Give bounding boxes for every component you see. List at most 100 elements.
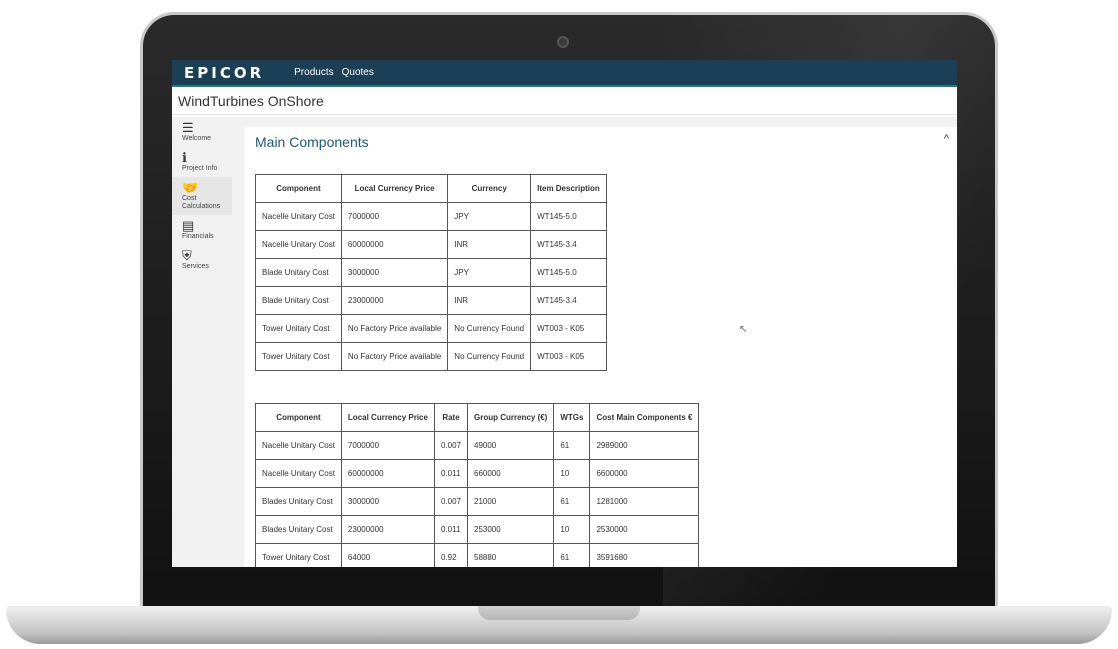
- table-row: Tower Unitary Cost No Factory Price avail…: [255, 314, 607, 343]
- sidebar-item-services[interactable]: ⛨ Services: [172, 245, 232, 275]
- table-header-row: Component Local Currency Price Rate Group C…: [255, 403, 700, 432]
- table-cell: Blades Unitary Cost: [255, 487, 342, 516]
- table-cell: No Factory Price available: [340, 342, 449, 371]
- table-row: Blades Unitary Cost 3000000 0.007 21000 61 12…: [255, 487, 700, 516]
- handshake-icon: 🤝: [182, 180, 199, 195]
- table-cell: 2530000: [589, 515, 700, 544]
- table-cell: 2989000: [589, 431, 700, 460]
- sidebar-item-label: Services: [182, 263, 209, 270]
- sidebar-item-project-info[interactable]: ℹ Project Info: [172, 147, 232, 177]
- table-cell: 6600000: [589, 459, 700, 488]
- table-cell: 61: [553, 543, 591, 567]
- menu-icon: ☰: [182, 120, 194, 135]
- table-cell: 49000: [466, 431, 555, 460]
- table-cell: INR: [447, 286, 532, 315]
- table-cell: 61: [553, 487, 591, 516]
- table-cell: 58880: [466, 543, 555, 567]
- table-cell: Nacelle Unitary Cost: [255, 431, 342, 460]
- table-row: Tower Unitary Cost No Factory Price avail…: [255, 342, 607, 371]
- table-cell: WT145-5.0: [530, 258, 607, 287]
- table-cell: No Factory Price available: [340, 314, 449, 343]
- table-cell: WT003 - K05: [530, 342, 607, 371]
- table-cell: Blades Unitary Cost: [255, 515, 342, 544]
- table-cell: 0.007: [433, 431, 469, 460]
- table-cell: WT003 - K05: [530, 314, 607, 343]
- table-header-row: Component Local Currency Price Currency Ite…: [255, 174, 607, 203]
- table-cell: 23000000: [340, 286, 449, 315]
- column-header: Component: [255, 403, 342, 432]
- main-components-card: Main Components ^ ↖ Component Local Curre…: [244, 127, 957, 567]
- sidebar-item-cost-calculations[interactable]: 🤝 Cost Calculations: [172, 177, 232, 215]
- app-title-bar: WindTurbines OnShore: [172, 87, 957, 115]
- table-cell: 3000000: [340, 487, 435, 516]
- table-cell: 1281000: [589, 487, 700, 516]
- page-title: WindTurbines OnShore: [178, 92, 324, 109]
- collapse-chevron-icon[interactable]: ^: [944, 133, 949, 145]
- mouse-cursor-icon: ↖: [739, 324, 748, 335]
- table-cell: Blade Unitary Cost: [255, 286, 342, 315]
- table-cell: 0.92: [433, 543, 469, 567]
- sidebar-item-financials[interactable]: ▤ Financials: [172, 215, 232, 245]
- table-row: Nacelle Unitary Cost 60000000 0.011 660000 1…: [255, 459, 700, 488]
- table-cell: 10: [553, 459, 591, 488]
- table-cell: Nacelle Unitary Cost: [255, 459, 342, 488]
- sidebar-item-label: Project Info: [182, 165, 218, 172]
- column-header: Group Currency (€): [466, 403, 555, 432]
- column-header: Local Currency Price: [340, 174, 449, 203]
- content-area: ☰ Welcome ℹ Project Info 🤝 Cost Calculat…: [172, 117, 957, 567]
- column-header: Item Description: [530, 174, 607, 203]
- laptop-notch: [478, 606, 640, 620]
- sidebar-item-label: Financials: [182, 233, 214, 240]
- table-cell: 60000000: [340, 459, 435, 488]
- table-row: Nacelle Unitary Cost 7000000 JPY WT145-5.0: [255, 202, 607, 231]
- table-row: Nacelle Unitary Cost 60000000 INR WT145-3.4: [255, 230, 607, 259]
- table-cell: Tower Unitary Cost: [255, 314, 342, 343]
- column-header: Component: [255, 174, 342, 203]
- table-cell: 10: [553, 515, 591, 544]
- table-cell: 0.007: [433, 487, 469, 516]
- table-cell: JPY: [447, 258, 532, 287]
- table-cell: 0.011: [433, 515, 469, 544]
- table-row: Blade Unitary Cost 23000000 INR WT145-3.4: [255, 286, 607, 315]
- sidebar-item-label: Cost Calculations: [182, 195, 221, 210]
- shield-icon: ⛨: [182, 248, 192, 263]
- table-cell: 7000000: [340, 431, 435, 460]
- table-cell: 23000000: [340, 515, 435, 544]
- section-title: Main Components: [255, 134, 369, 150]
- table-cell: 0.011: [433, 459, 469, 488]
- table-cell: Blade Unitary Cost: [255, 258, 342, 287]
- table-cell: 3591680: [589, 543, 700, 567]
- sidebar-item-welcome[interactable]: ☰ Welcome: [172, 117, 232, 147]
- group-currency-table: Component Local Currency Price Rate Group C…: [255, 403, 700, 567]
- info-icon: ℹ: [182, 150, 187, 165]
- table-cell: Nacelle Unitary Cost: [255, 230, 342, 259]
- table-cell: Tower Unitary Cost: [255, 543, 342, 567]
- webcam-icon: [557, 36, 569, 48]
- nav-link-products[interactable]: Products: [294, 67, 333, 78]
- sidebar-item-label: Welcome: [182, 135, 212, 142]
- table-row: Blades Unitary Cost 23000000 0.011 253000 10…: [255, 515, 700, 544]
- table-cell: WT145-3.4: [530, 230, 607, 259]
- table-cell: 660000: [466, 459, 555, 488]
- table-cell: INR: [447, 230, 532, 259]
- epicor-logo: EPICOR: [184, 63, 265, 82]
- table-cell: WT145-3.4: [530, 286, 607, 315]
- table-cell: No Currency Found: [447, 342, 532, 371]
- card-header: Main Components: [244, 127, 957, 157]
- column-header: WTGs: [553, 403, 591, 432]
- nav-link-quotes[interactable]: Quotes: [342, 67, 374, 78]
- table-cell: No Currency Found: [447, 314, 532, 343]
- column-header: Local Currency Price: [340, 403, 435, 432]
- document-icon: ▤: [182, 218, 195, 233]
- table-cell: 60000000: [340, 230, 449, 259]
- sidebar: ☰ Welcome ℹ Project Info 🤝 Cost Calculat…: [172, 117, 232, 567]
- table-cell: 3000000: [340, 258, 449, 287]
- column-header: Cost Main Components €: [589, 403, 700, 432]
- column-header: Rate: [433, 403, 469, 432]
- top-navigation: EPICOR Products Quotes: [172, 60, 957, 87]
- app-screen: EPICOR Products Quotes WindTurbines OnSh…: [172, 60, 957, 567]
- table-cell: 7000000: [340, 202, 449, 231]
- table-cell: Nacelle Unitary Cost: [255, 202, 342, 231]
- table-cell: 253000: [466, 515, 555, 544]
- column-header: Currency: [447, 174, 532, 203]
